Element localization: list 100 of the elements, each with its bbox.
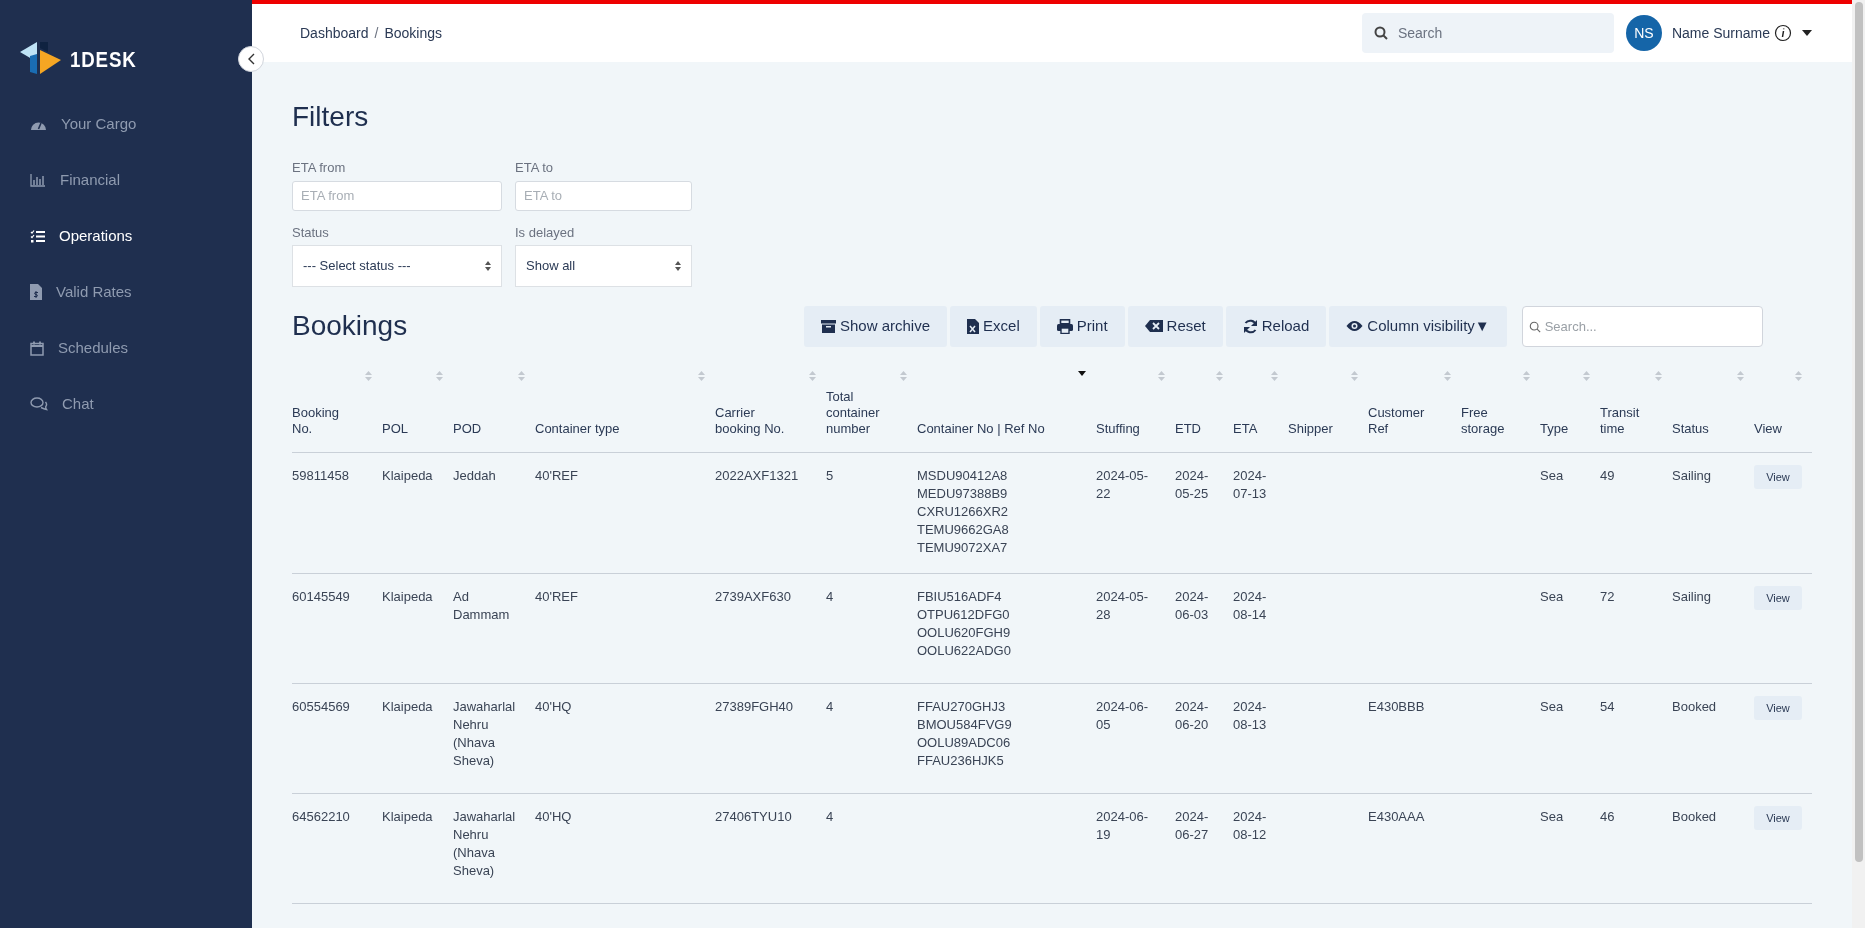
column-header[interactable]: Customer Ref <box>1368 367 1461 453</box>
column-header[interactable]: ETD <box>1175 367 1233 453</box>
breadcrumb-link[interactable]: Bookings <box>384 22 442 44</box>
table-cell: E430BBB <box>1368 683 1461 794</box>
view-button[interactable]: View <box>1754 806 1802 830</box>
avatar[interactable]: NS <box>1625 15 1662 51</box>
search-icon <box>1373 26 1388 40</box>
backspace-icon <box>1144 320 1163 332</box>
table-cell: 60554569 <box>292 683 382 794</box>
sidebar-item[interactable]: Chat <box>0 376 252 432</box>
column-header[interactable]: Status <box>1672 367 1754 453</box>
sidebar-item[interactable]: Valid Rates <box>0 264 252 320</box>
table-cell: Sea <box>1540 573 1600 684</box>
table-cell: Klaipeda <box>382 452 453 574</box>
spreadsheet-file-icon <box>967 318 980 334</box>
toolbar-button[interactable]: Excel <box>950 305 1037 347</box>
table-cell: 49 <box>1600 452 1672 574</box>
column-header[interactable]: POD <box>453 367 535 453</box>
dollar-document-icon <box>30 284 42 300</box>
column-header[interactable]: Stuffing <box>1096 367 1175 453</box>
table-cell: Klaipeda <box>382 793 453 904</box>
date-field[interactable]: ETA to <box>515 180 692 211</box>
filters-title: Filters <box>292 100 370 134</box>
view-button[interactable]: View <box>1754 696 1802 720</box>
table-cell: Sea <box>1540 452 1600 574</box>
table-cell: 2024-05-25 <box>1175 452 1233 574</box>
breadcrumb-separator: / <box>373 23 380 43</box>
column-header[interactable]: Booking No. <box>292 367 382 453</box>
column-header[interactable]: View <box>1754 367 1812 453</box>
field-label: Status <box>292 223 330 242</box>
bookings-title: Bookings <box>292 309 409 343</box>
table-cell: Jeddah <box>453 452 535 574</box>
search-field[interactable]: Search <box>1361 13 1614 53</box>
caret-down-icon[interactable] <box>1802 30 1812 36</box>
select-dropdown[interactable]: Show all <box>515 245 692 287</box>
sort-arrows-icon <box>485 261 491 271</box>
column-header[interactable]: Container No | Ref No <box>917 367 1096 453</box>
sidebar-item[interactable]: Operations <box>0 208 252 264</box>
column-header[interactable]: ETA <box>1233 367 1288 453</box>
table-cell: 2024-06-27 <box>1175 793 1233 904</box>
table-cell: 2024-07-13 <box>1233 452 1288 574</box>
table-cell: Jawaharlal Nehru (Nhava Sheva) <box>453 793 535 904</box>
column-header[interactable]: Carrier booking No. <box>715 367 826 453</box>
column-header[interactable]: Total container number <box>826 367 917 453</box>
view-button[interactable]: View <box>1754 465 1802 489</box>
select-dropdown[interactable]: --- Select status --- <box>292 245 502 287</box>
collapse-button[interactable] <box>238 46 264 72</box>
table-cell: 4 <box>826 573 917 684</box>
table-cell: Jawaharlal Nehru (Nhava Sheva) <box>453 683 535 794</box>
archive-box-icon <box>821 319 836 333</box>
sort-arrows-icon <box>675 261 681 271</box>
column-header[interactable]: Free storage <box>1461 367 1540 453</box>
table-cell: MSDU90412A8 MEDU97388B9 CXRU1266XR2 TEMU9662GA8 TEMU9072XA7 <box>917 452 1096 574</box>
table-cell: Booked <box>1672 683 1754 794</box>
column-header[interactable]: Container type <box>535 367 715 453</box>
table-cell: Ad Dammam <box>453 573 535 684</box>
table-cell: 72 <box>1600 573 1672 684</box>
field-label: ETA from <box>292 159 347 177</box>
sidebar-item[interactable]: Your Cargo <box>0 96 252 152</box>
table-cell: 59811458 <box>292 452 382 574</box>
sidebar-item[interactable]: Schedules <box>0 320 252 376</box>
table-cell: FFAU270GHJ3 BMOU584FVG9 OOLU89ADC06 FFAU236HJK5 <box>917 683 1096 794</box>
toolbar-button[interactable]: Print <box>1039 305 1125 347</box>
table-search-field[interactable]: Search... <box>1521 305 1763 347</box>
column-header[interactable]: POL <box>382 367 453 453</box>
brand-name: 1DESK <box>70 45 137 74</box>
table-cell: Booked <box>1672 793 1754 904</box>
table-cell: FBIU516ADF4 OTPU612DFG0 OOLU620FGH9 OOLU622ADG0 <box>917 573 1096 684</box>
table-cell: Sea <box>1540 683 1600 794</box>
table-cell: 4 <box>826 793 917 904</box>
date-field[interactable]: ETA from <box>292 180 502 211</box>
toolbar-button[interactable]: Column visibility▼ <box>1329 305 1507 347</box>
checklist-icon <box>30 229 45 243</box>
chat-bubbles-icon <box>30 397 48 411</box>
table-cell: 27389FGH40 <box>715 683 826 794</box>
toolbar-button[interactable]: Show archive <box>804 305 948 347</box>
table-cell: Klaipeda <box>382 573 453 684</box>
scrollbar[interactable] <box>1852 0 1865 928</box>
table-cell: Klaipeda <box>382 683 453 794</box>
table-cell: 60145549 <box>292 573 382 684</box>
column-header[interactable]: Transit time <box>1600 367 1672 453</box>
table-cell: 46 <box>1600 793 1672 904</box>
user-name[interactable]: Name Surname <box>1671 22 1770 44</box>
sidebar-item[interactable]: Financial <box>0 152 252 208</box>
table-cell: E430AAA <box>1368 793 1461 904</box>
breadcrumb-link[interactable]: Dashboard <box>300 22 369 44</box>
table-cell: 2739AXF630 <box>715 573 826 684</box>
printer-icon <box>1056 318 1073 334</box>
column-header[interactable]: Type <box>1540 367 1600 453</box>
view-button[interactable]: View <box>1754 586 1802 610</box>
reload-icon <box>1242 318 1258 334</box>
search-icon <box>1528 320 1541 333</box>
table-cell: 2024-05-22 <box>1096 452 1175 574</box>
toolbar-button[interactable]: Reload <box>1225 305 1327 347</box>
table-cell: 27406TYU10 <box>715 793 826 904</box>
column-header[interactable]: Shipper <box>1288 367 1368 453</box>
table-cell: 2024-06-05 <box>1096 683 1175 794</box>
toolbar-button[interactable]: Reset <box>1127 305 1223 347</box>
table-cell: 54 <box>1600 683 1672 794</box>
table-cell: 40'HQ <box>535 793 715 904</box>
